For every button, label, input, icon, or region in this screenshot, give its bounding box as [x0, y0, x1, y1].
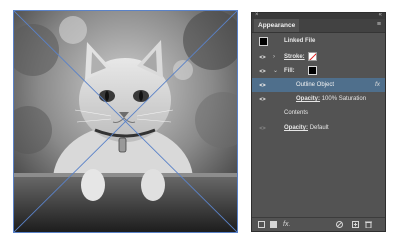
row-contents[interactable]: Contents	[252, 106, 385, 121]
clear-appearance-icon[interactable]	[336, 221, 343, 230]
add-fill-icon[interactable]	[270, 221, 277, 230]
appearance-panel: × « Appearance ≡ Linked File › Stroke: ⌄…	[251, 12, 386, 232]
row-stroke[interactable]: › Stroke:	[252, 50, 385, 64]
chevron-down-icon[interactable]: ⌄	[273, 64, 278, 78]
fill-swatch[interactable]	[308, 66, 317, 75]
close-panel-button[interactable]: ×	[255, 12, 259, 19]
fill-opacity-label[interactable]: Opacity: 100% Saturation	[296, 92, 366, 106]
outline-object-label[interactable]: Outline Object	[296, 78, 334, 92]
contents-label[interactable]: Contents	[284, 106, 308, 121]
fx-icon[interactable]: fx	[375, 78, 380, 92]
eye-icon[interactable]	[259, 55, 266, 59]
eye-icon[interactable]	[259, 97, 266, 101]
tab-appearance[interactable]: Appearance	[254, 19, 300, 32]
object-thumbnail	[259, 37, 268, 46]
row-object-opacity[interactable]: Opacity: Default	[252, 121, 385, 135]
linked-file-label: Linked File	[284, 38, 316, 44]
object-opacity-label[interactable]: Opacity: Default	[284, 121, 329, 135]
panel-footer: fx.	[252, 217, 385, 231]
placed-cat-image[interactable]	[13, 10, 238, 233]
eye-icon[interactable]	[259, 126, 266, 130]
stroke-none-swatch[interactable]	[308, 52, 317, 61]
collapse-panel-button[interactable]: «	[379, 12, 382, 19]
appearance-rows: Linked File › Stroke: ⌄ Fill: Outline Ob…	[252, 33, 385, 135]
add-effect-icon[interactable]: fx.	[283, 221, 290, 228]
row-fill[interactable]: ⌄ Fill:	[252, 64, 385, 78]
fill-opacity-value: 100% Saturation	[321, 96, 367, 102]
object-opacity-value: Default	[309, 125, 329, 131]
row-outline-object[interactable]: Outline Object fx	[252, 78, 385, 92]
eye-icon[interactable]	[259, 83, 266, 87]
row-fill-opacity[interactable]: Opacity: 100% Saturation	[252, 92, 385, 106]
new-art-icon[interactable]	[258, 221, 265, 230]
stroke-label[interactable]: Stroke:	[284, 50, 305, 64]
eye-icon[interactable]	[259, 69, 266, 73]
panel-menu-icon[interactable]: ≡	[377, 21, 381, 28]
trash-icon[interactable]	[365, 221, 372, 230]
panel-header: Appearance ≡	[252, 19, 385, 33]
chevron-right-icon[interactable]: ›	[273, 50, 275, 64]
row-linked-file[interactable]: Linked File	[252, 33, 385, 50]
fill-label[interactable]: Fill:	[284, 64, 295, 78]
duplicate-item-icon[interactable]	[352, 221, 359, 230]
